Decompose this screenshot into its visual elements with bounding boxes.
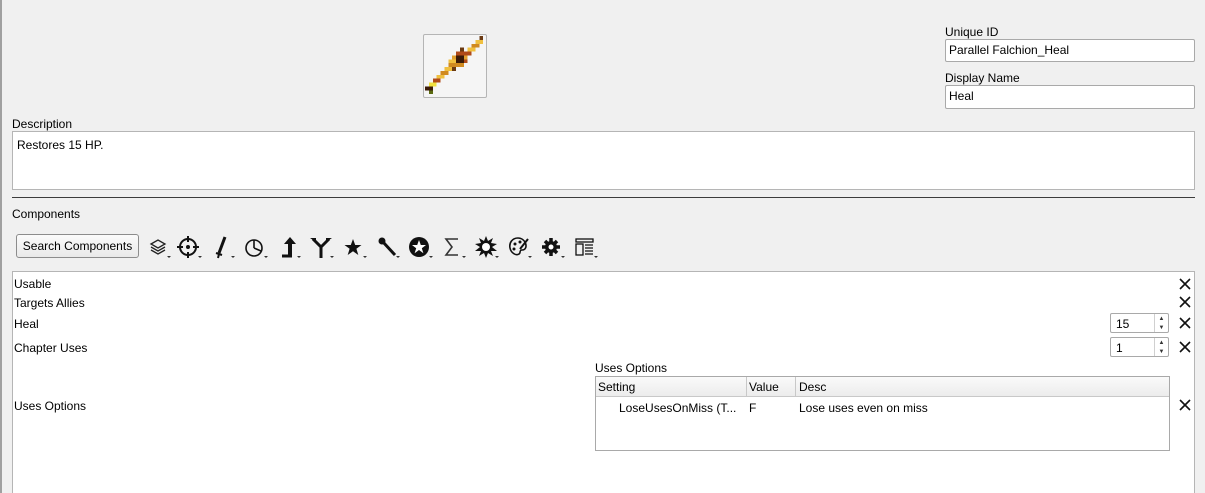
- gear-icon[interactable]: [537, 233, 567, 261]
- uses-options-table[interactable]: Setting Value Desc LoseUsesOnMiss (T... …: [595, 376, 1170, 451]
- chapter-uses-value: 1: [1116, 341, 1123, 355]
- layers-icon[interactable]: [143, 233, 173, 261]
- spin-down-icon[interactable]: ▼: [1155, 323, 1168, 332]
- window-left-edge: [0, 0, 2, 493]
- staff-icon[interactable]: [372, 233, 402, 261]
- component-heal-label: Heal: [14, 317, 39, 331]
- display-name-label: Display Name: [945, 71, 1020, 85]
- spin-up-icon[interactable]: ▲: [1155, 314, 1168, 323]
- component-targets-allies-label: Targets Allies: [14, 296, 85, 310]
- falchion-sprite-icon: [425, 36, 484, 95]
- remove-targets-allies-close-icon[interactable]: [1178, 295, 1192, 309]
- setting-cell: LoseUsesOnMiss (T...: [619, 401, 737, 415]
- components-list[interactable]: Usable Targets Allies Heal 15 ▲ ▼ Chapter…: [12, 271, 1195, 493]
- remove-uses-options-close-icon[interactable]: [1178, 398, 1192, 412]
- item-icon-button[interactable]: [423, 34, 487, 98]
- chapter-uses-spinbox[interactable]: 1 ▲ ▼: [1110, 337, 1169, 357]
- component-usable-label: Usable: [14, 277, 52, 291]
- desc-cell: Lose uses even on miss: [799, 401, 928, 415]
- components-label: Components: [12, 207, 81, 221]
- remove-usable-close-icon[interactable]: [1178, 277, 1192, 291]
- remove-chapter-uses-close-icon[interactable]: [1178, 340, 1192, 354]
- component-uses-options-label: Uses Options: [14, 399, 87, 413]
- unique-id-label: Unique ID: [945, 25, 999, 39]
- star-circle-icon[interactable]: [405, 233, 435, 261]
- spin-down-icon[interactable]: ▼: [1155, 347, 1168, 356]
- heal-amount-spinbox[interactable]: 15 ▲ ▼: [1110, 313, 1169, 333]
- heal-amount-value: 15: [1116, 317, 1130, 331]
- description-field[interactable]: Restores 15 HP.: [12, 131, 1195, 190]
- arrow-up-icon[interactable]: [273, 233, 303, 261]
- pie-icon[interactable]: [240, 233, 270, 261]
- section-divider: [12, 197, 1195, 198]
- table-header: Setting Value Desc: [596, 377, 1169, 397]
- description-label: Description: [12, 117, 73, 131]
- sword-icon[interactable]: [207, 233, 237, 261]
- display-name-field[interactable]: Heal: [945, 85, 1195, 109]
- burst-icon[interactable]: [471, 233, 501, 261]
- column-header-value[interactable]: Value: [749, 380, 779, 394]
- sigma-icon[interactable]: [438, 233, 468, 261]
- value-cell[interactable]: F: [749, 401, 756, 415]
- layout-icon[interactable]: [570, 233, 600, 261]
- remove-heal-close-icon[interactable]: [1178, 316, 1192, 330]
- spin-up-icon[interactable]: ▲: [1155, 338, 1168, 347]
- component-chapter-uses-label: Chapter Uses: [14, 341, 88, 355]
- palette-icon[interactable]: [504, 233, 534, 261]
- branch-icon[interactable]: [306, 233, 336, 261]
- uses-options-title: Uses Options: [595, 361, 668, 375]
- star-icon[interactable]: [339, 233, 369, 261]
- column-header-setting[interactable]: Setting: [598, 380, 635, 394]
- search-components-button[interactable]: Search Components: [16, 234, 139, 258]
- crosshair-icon[interactable]: [174, 233, 204, 261]
- unique-id-field[interactable]: Parallel Falchion_Heal: [945, 39, 1195, 62]
- column-header-desc[interactable]: Desc: [799, 380, 826, 394]
